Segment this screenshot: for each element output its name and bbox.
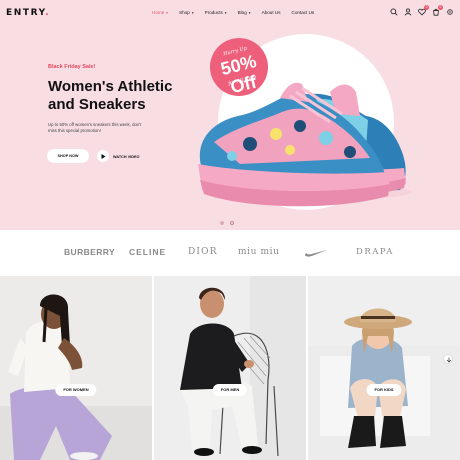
cart-icon[interactable]: 0 xyxy=(432,5,443,16)
chevron-down-icon: ▾ xyxy=(248,10,251,15)
settings-icon[interactable] xyxy=(446,8,454,16)
slider-dot-1[interactable] xyxy=(220,221,224,225)
brand-miu-miu[interactable]: miu miu xyxy=(238,247,279,257)
main-nav: Home ▾ Shop ▾ Products ▾ Blog ▾ About Us Con… xyxy=(152,10,325,15)
slider-dot-2[interactable] xyxy=(230,221,234,225)
user-icon[interactable] xyxy=(404,8,412,16)
hero-banner: Black Friday Sale! Women's Athletic and … xyxy=(0,26,460,230)
arrow-down-icon xyxy=(446,357,452,363)
site-header: ENTRY. Home ▾ Shop ▾ Products ▾ Blog ▾ About… xyxy=(0,0,460,26)
chevron-down-icon: ▾ xyxy=(224,10,227,15)
brand-logos: BURBERRY CELINE DIOR miu miu DRAPA xyxy=(0,230,460,276)
hero-title: Women's Athletic and Sneakers xyxy=(48,78,173,113)
for-kids-button[interactable]: FOR KIDS xyxy=(366,384,402,396)
nav-shop[interactable]: Shop ▾ xyxy=(179,10,194,15)
slider-dots xyxy=(220,221,234,225)
for-men-button[interactable]: FOR MEN xyxy=(212,384,248,396)
brand-drapa[interactable]: DRAPA xyxy=(356,247,394,257)
category-kids[interactable]: FOR KIDS xyxy=(308,276,460,460)
nike-swoosh-icon[interactable] xyxy=(304,248,328,258)
chevron-down-icon: ▾ xyxy=(166,10,169,15)
nav-contact-us[interactable]: Contact Us xyxy=(292,10,315,15)
play-video-button[interactable] xyxy=(97,150,109,162)
scroll-down-button[interactable] xyxy=(443,354,453,364)
kids-photo xyxy=(308,276,460,460)
category-men[interactable]: FOR MEN xyxy=(154,276,306,460)
wishlist-count-badge: 0 xyxy=(424,5,429,10)
shop-now-button[interactable]: SHOP NOW xyxy=(47,149,89,163)
nav-blog[interactable]: Blog ▾ xyxy=(238,10,251,15)
search-icon[interactable] xyxy=(390,8,398,16)
hero-description: Up to 50% off women's sneakers this week… xyxy=(48,122,142,133)
women-photo xyxy=(0,276,152,460)
category-women[interactable]: FOR WOMEN xyxy=(0,276,152,460)
play-icon xyxy=(101,153,106,159)
brand-celine[interactable]: CELINE xyxy=(129,247,166,257)
nav-about-us[interactable]: About Us xyxy=(262,10,281,15)
cart-count-badge: 0 xyxy=(438,5,443,10)
header-actions: 0 0 xyxy=(390,5,454,16)
men-photo xyxy=(154,276,306,460)
for-women-button[interactable]: FOR WOMEN xyxy=(55,384,97,396)
brand-burberry[interactable]: BURBERRY xyxy=(64,247,115,257)
nav-products[interactable]: Products ▾ xyxy=(205,10,227,15)
hero-kicker: Black Friday Sale! xyxy=(48,64,96,70)
watch-video-label[interactable]: WATCH VIDEO xyxy=(113,155,140,159)
heart-icon[interactable]: 0 xyxy=(418,5,429,16)
logo[interactable]: ENTRY. xyxy=(6,8,50,18)
chevron-down-icon: ▾ xyxy=(191,10,194,15)
nav-home[interactable]: Home ▾ xyxy=(152,10,168,15)
brand-dior[interactable]: DIOR xyxy=(188,247,218,257)
